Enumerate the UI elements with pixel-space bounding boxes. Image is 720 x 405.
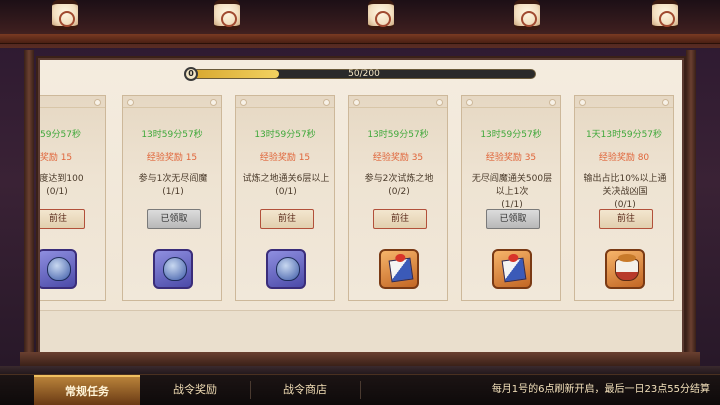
claimed-button[interactable]: 已领取 xyxy=(147,209,201,229)
task-timer: 13时59分57秒 xyxy=(480,130,542,140)
go-button[interactable]: 前往 xyxy=(260,209,314,229)
gift-box-icon xyxy=(501,257,527,283)
reward-item-icon[interactable] xyxy=(379,249,419,289)
go-button[interactable]: 前往 xyxy=(599,209,653,229)
task-timer: 13时59分57秒 xyxy=(367,130,429,140)
tab-pass-shop[interactable]: 战令商店 xyxy=(250,375,360,405)
tab-divider xyxy=(360,381,361,399)
pouch-icon xyxy=(276,257,300,281)
pouch-icon xyxy=(47,257,71,281)
reward-item-icon[interactable] xyxy=(153,249,193,289)
task-exp-reward: 经验奖励 15 xyxy=(259,153,311,163)
scroll-pole-right xyxy=(686,50,696,368)
pouch-icon xyxy=(163,257,187,281)
task-description: 参与1次无尽阎魔 (1/1) xyxy=(138,174,208,197)
progress-level-badge: 0 xyxy=(184,67,198,81)
task-exp-reward: 经验奖励 35 xyxy=(372,153,424,163)
pass-progress-bar: 0 50/200 xyxy=(184,67,536,81)
tab-regular-tasks[interactable]: 常规任务 xyxy=(34,375,140,405)
task-timer: 时59分57秒 xyxy=(40,130,81,140)
scroll-bottom-rail xyxy=(20,352,700,366)
tab-pass-rewards[interactable]: 战令奖励 xyxy=(140,375,250,405)
reward-item-icon[interactable] xyxy=(492,249,532,289)
card-header-bar xyxy=(575,96,673,108)
gift-box-icon xyxy=(388,257,414,283)
task-timer: 13时59分57秒 xyxy=(141,130,203,140)
task-timer: 1天13时59分57秒 xyxy=(585,130,663,140)
bottom-tab-bar: 常规任务 战令奖励 战令商店 每月1号的6点刷新开启，最后一日23点55分结算 xyxy=(0,374,720,405)
reward-item-icon[interactable] xyxy=(266,249,306,289)
card-header-bar xyxy=(123,96,221,108)
task-card: 13时59分57秒 经验奖励 35 无尽阎魔通关500层以上1次 (1/1) 已领取 xyxy=(461,95,561,301)
game-stage: 0 50/200 时59分57秒奖励 15天度达到100 (0/1)前往13时5… xyxy=(0,0,720,405)
lantern-icon xyxy=(652,0,678,30)
task-card-list[interactable]: 时59分57秒奖励 15天度达到100 (0/1)前往13时59分57秒经验奖励… xyxy=(40,95,682,305)
food-bowl-icon xyxy=(615,254,639,281)
go-button[interactable]: 前往 xyxy=(373,209,427,229)
progress-fill xyxy=(193,70,279,78)
refresh-notice: 每月1号的6点刷新开启，最后一日23点55分结算 xyxy=(491,384,710,395)
task-exp-reward: 经验奖励 35 xyxy=(485,153,537,163)
reward-item-icon[interactable] xyxy=(40,249,77,289)
card-header-bar xyxy=(349,96,447,108)
task-card: 13时59分57秒 经验奖励 15 试炼之地通关6层以上 (0/1) 前往 xyxy=(235,95,335,301)
lantern-icon xyxy=(368,0,394,30)
task-description: 试炼之地通关6层以上 (0/1) xyxy=(242,174,330,197)
card-header-bar xyxy=(40,96,105,108)
task-card: 时59分57秒奖励 15 天度达到100 (0/1) 前往 xyxy=(40,95,106,301)
lantern-icon xyxy=(214,0,240,30)
scroll-pole-left xyxy=(24,50,34,368)
roof-beam xyxy=(0,34,720,44)
claimed-button[interactable]: 已领取 xyxy=(486,209,540,229)
task-description: 无尽阎魔通关500层以上1次 (1/1) xyxy=(471,174,553,210)
task-description: 参与2次试炼之地 (0/2) xyxy=(364,174,434,197)
task-exp-reward: 奖励 15 xyxy=(40,153,73,163)
lantern-icon xyxy=(52,0,78,30)
lantern-icon xyxy=(514,0,540,30)
task-card: 13时59分57秒 经验奖励 35 参与2次试炼之地 (0/2) 前往 xyxy=(348,95,448,301)
task-exp-reward: 经验奖励 15 xyxy=(146,153,198,163)
reward-item-icon[interactable] xyxy=(605,249,645,289)
progress-text: 50/200 xyxy=(348,69,380,79)
task-exp-reward: 经验奖励 80 xyxy=(598,153,650,163)
card-header-bar xyxy=(236,96,334,108)
task-card: 13时59分57秒 经验奖励 15 参与1次无尽阎魔 (1/1) 已领取 xyxy=(122,95,222,301)
task-description: 天度达到100 (0/1) xyxy=(40,174,84,197)
task-description: 输出占比10%以上通关决战凶国 (0/1) xyxy=(583,174,667,210)
parchment-bottom xyxy=(40,310,682,352)
go-button[interactable]: 前往 xyxy=(40,209,85,229)
task-timer: 13时59分57秒 xyxy=(254,130,316,140)
task-card: 1天13时59分57秒 经验奖励 80 输出占比10%以上通关决战凶国 (0/1) 前… xyxy=(574,95,674,301)
card-header-bar xyxy=(462,96,560,108)
